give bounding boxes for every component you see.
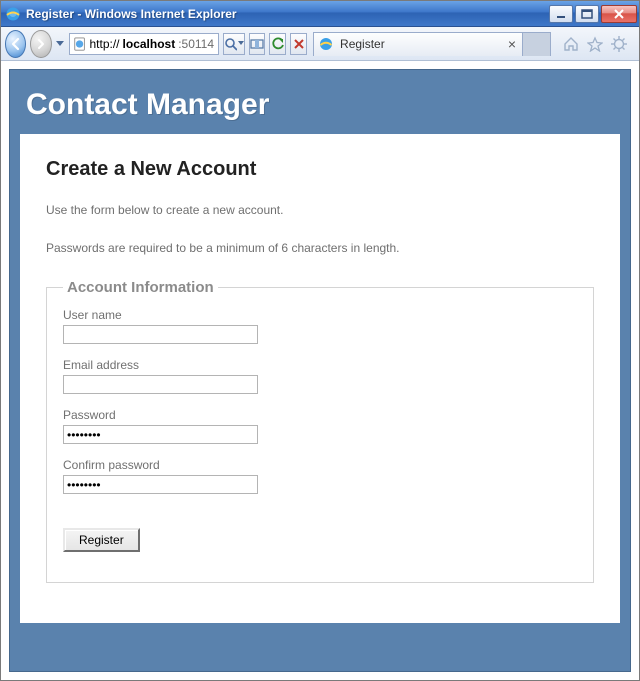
refresh-button[interactable] xyxy=(269,33,286,55)
password-label: Password xyxy=(63,408,577,422)
intro-text-2: Passwords are required to be a minimum o… xyxy=(46,241,594,255)
page-heading: Create a New Account xyxy=(46,158,594,181)
intro-text-1: Use the form below to create a new accou… xyxy=(46,203,594,217)
close-button[interactable] xyxy=(601,5,637,23)
tab-label: Register xyxy=(340,37,385,51)
address-host: localhost xyxy=(123,37,176,51)
tools-icon[interactable] xyxy=(611,36,627,52)
browser-navbar: http://localhost:50114 Register × xyxy=(1,27,639,61)
content-card: Create a New Account Use the form below … xyxy=(20,134,620,623)
email-label: Email address xyxy=(63,358,577,372)
browser-viewport: Contact Manager Create a New Account Use… xyxy=(1,61,639,680)
username-input[interactable] xyxy=(63,325,258,344)
back-button[interactable] xyxy=(5,30,26,58)
page-frame: Contact Manager Create a New Account Use… xyxy=(9,69,631,672)
maximize-button[interactable] xyxy=(575,5,599,23)
search-button[interactable] xyxy=(223,33,245,55)
password-input[interactable] xyxy=(63,425,258,444)
register-button[interactable]: Register xyxy=(63,528,140,552)
confirm-password-label: Confirm password xyxy=(63,458,577,472)
address-bar[interactable]: http://localhost:50114 xyxy=(69,33,219,55)
window-titlebar: Register - Windows Internet Explorer xyxy=(1,1,639,27)
nav-history-dropdown[interactable] xyxy=(56,32,65,56)
home-icon[interactable] xyxy=(563,36,579,52)
compat-view-button[interactable] xyxy=(249,33,266,55)
email-input[interactable] xyxy=(63,375,258,394)
minimize-button[interactable] xyxy=(549,5,573,23)
new-tab-button[interactable] xyxy=(523,32,551,56)
forward-button[interactable] xyxy=(30,30,51,58)
favorites-icon[interactable] xyxy=(587,36,603,52)
account-info-fieldset: Account Information User name Email addr… xyxy=(46,279,594,583)
browser-tab[interactable]: Register × xyxy=(313,32,523,56)
confirm-password-input[interactable] xyxy=(63,475,258,494)
address-scheme: http:// xyxy=(90,37,120,51)
site-brand: Contact Manager xyxy=(20,80,620,134)
ie-tab-icon xyxy=(318,36,334,52)
stop-button[interactable] xyxy=(290,33,307,55)
address-port: :50114 xyxy=(178,37,214,51)
fieldset-legend: Account Information xyxy=(63,279,218,296)
username-label: User name xyxy=(63,308,577,322)
tab-close-icon[interactable]: × xyxy=(508,36,516,52)
window-title: Register - Windows Internet Explorer xyxy=(26,7,237,21)
ie-logo-icon xyxy=(5,6,21,22)
page-icon xyxy=(73,37,87,51)
